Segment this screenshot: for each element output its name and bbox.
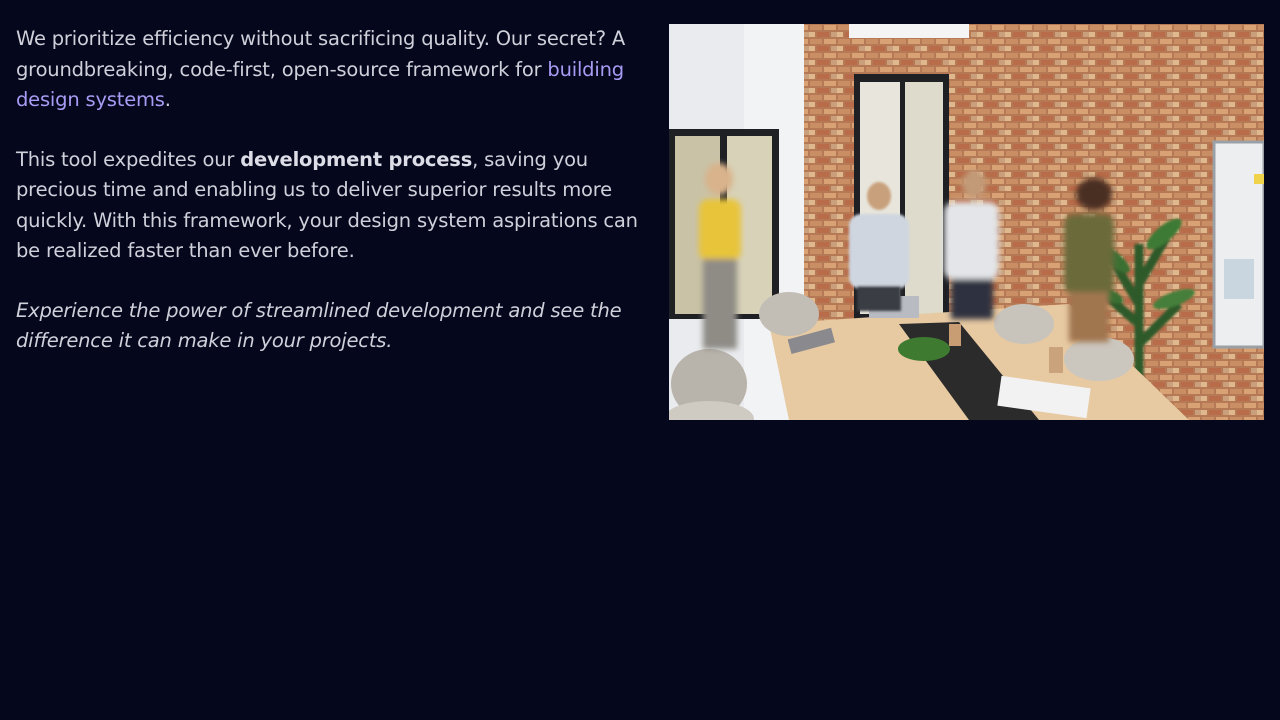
development-process-emphasis: development process [240, 147, 473, 171]
process-paragraph: This tool expedites our development proc… [16, 145, 646, 267]
intro-text-end: . [164, 88, 171, 111]
closing-paragraph: Experience the power of streamlined deve… [16, 298, 622, 353]
page: We prioritize efficiency without sacrifi… [0, 0, 1280, 720]
intro-paragraph: We prioritize efficiency without sacrifi… [16, 24, 646, 116]
content-text-column: We prioritize efficiency without sacrifi… [16, 24, 646, 386]
process-text: This tool expedites our [16, 147, 241, 171]
office-meeting-photo [669, 24, 1264, 420]
intro-text: We prioritize efficiency without sacrifi… [16, 27, 626, 81]
